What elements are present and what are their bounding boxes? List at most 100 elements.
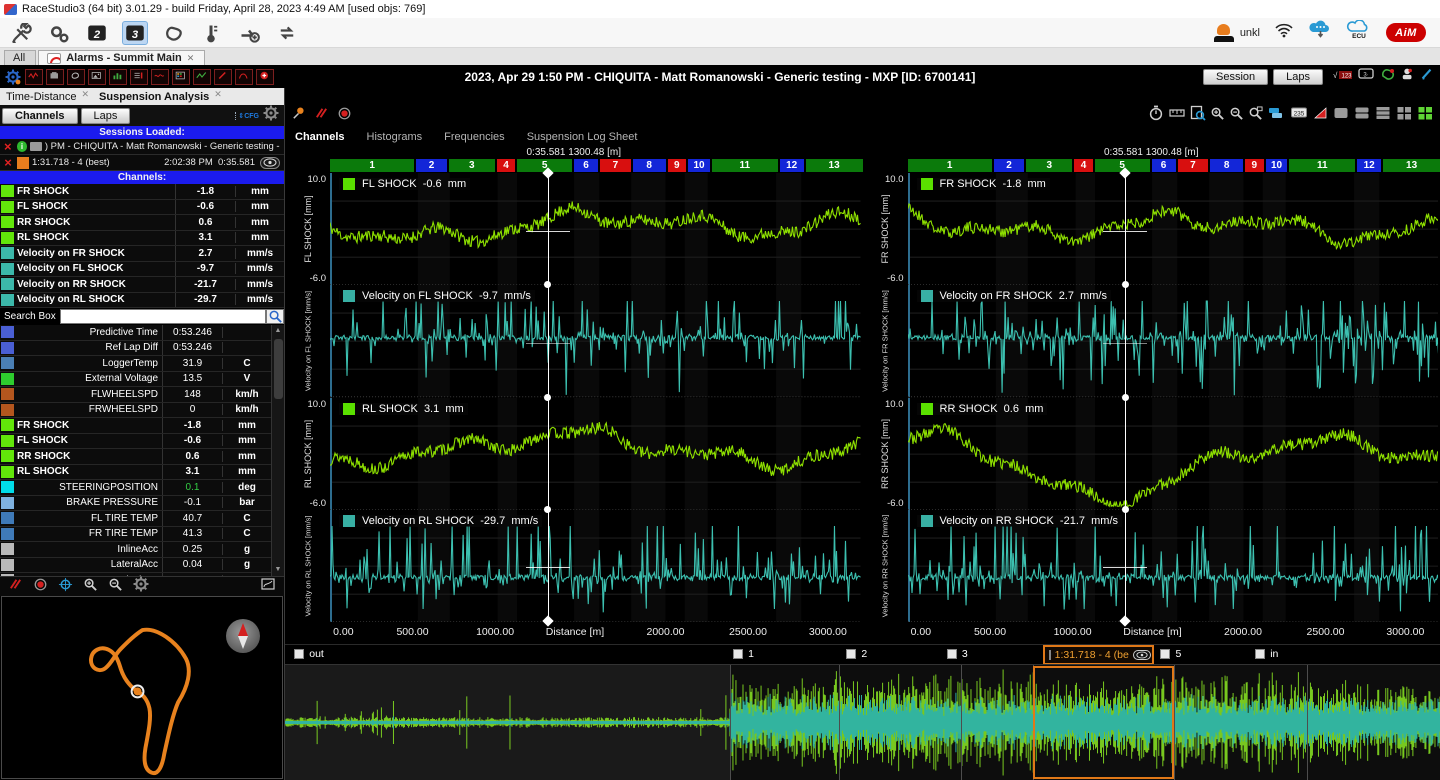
storage-icon[interactable] xyxy=(46,69,64,85)
rs3-icon[interactable]: 3 xyxy=(122,21,148,45)
channel-row[interactable]: FR TIRE TEMP 41.3 C xyxy=(0,527,271,543)
triangle-icon[interactable] xyxy=(1313,105,1329,126)
lap-segment[interactable]: 3 xyxy=(449,159,495,172)
overview-waveform[interactable] xyxy=(285,664,1440,780)
channel-row[interactable]: External Voltage 13.5 V xyxy=(0,372,271,388)
channel-row[interactable]: LoggerTemp 31.9 C xyxy=(0,356,271,372)
gears-icon[interactable] xyxy=(46,21,72,45)
cursor-line[interactable] xyxy=(1125,173,1126,622)
channel-row[interactable]: Velocity on RR SHOCK -21.7 mm/s xyxy=(0,277,284,293)
scrollbar-thumb[interactable] xyxy=(274,339,283,399)
channel-row[interactable]: FRWHEELSPD 0 km/h xyxy=(0,403,271,419)
selected-lap-highlight[interactable] xyxy=(1033,666,1174,779)
lap-segment[interactable]: 1 xyxy=(330,159,414,172)
snapshot-icon[interactable] xyxy=(88,69,106,85)
list-icon[interactable] xyxy=(130,69,148,85)
tab-all[interactable]: All xyxy=(4,50,36,65)
cloud-download-icon[interactable] xyxy=(1308,20,1332,45)
add-icon[interactable] xyxy=(256,69,274,85)
lap-segment[interactable]: 7 xyxy=(1178,159,1209,172)
lap-checkbox-out[interactable]: out xyxy=(294,648,324,660)
close-icon[interactable]: ✕ xyxy=(82,89,90,100)
channel-row[interactable]: FR SHOCK -1.8 mm xyxy=(0,184,284,200)
checkbox-checked[interactable] xyxy=(1049,650,1051,660)
plot-area[interactable]: FR SHOCK -1.8 mm Velocity on FR SHOCK 2.… xyxy=(908,173,1439,622)
info-icon[interactable]: i xyxy=(17,141,28,152)
slashes-icon[interactable] xyxy=(314,106,329,126)
lap-segment[interactable]: 9 xyxy=(668,159,687,172)
layout-3-icon[interactable] xyxy=(1375,105,1392,126)
tab-suspension-analysis[interactable]: Suspension Analysis xyxy=(99,91,209,103)
track-map-panel[interactable] xyxy=(1,596,283,779)
cursor-line[interactable] xyxy=(548,173,549,622)
lap-segment[interactable]: 13 xyxy=(806,159,863,172)
tab-time-distance[interactable]: Time-Distance xyxy=(6,91,77,103)
checkbox[interactable] xyxy=(947,649,957,659)
chart-tab-channels[interactable]: Channels xyxy=(295,131,345,143)
zoom-out-icon[interactable] xyxy=(108,577,123,597)
page-zoom-icon[interactable] xyxy=(1190,105,1206,126)
lap-segment[interactable]: 13 xyxy=(1383,159,1440,172)
lap-segment[interactable]: 12 xyxy=(1357,159,1381,172)
counter-235-icon[interactable]: 235 xyxy=(1289,105,1309,126)
search-input[interactable] xyxy=(60,309,266,324)
channel-row[interactable]: RR SHOCK 0.6 mm xyxy=(0,449,271,465)
checkbox[interactable] xyxy=(733,649,743,659)
lap-segment[interactable]: 11 xyxy=(712,159,778,172)
channel-row[interactable]: STEERINGPOSITION 0.1 deg xyxy=(0,480,271,496)
session-row[interactable]: × i ) PM - CHIQUITA - Matt Romanowski - … xyxy=(0,139,284,155)
channel-row[interactable]: FL TIRE TEMP 40.7 C xyxy=(0,511,271,527)
remove-lap-icon[interactable]: × xyxy=(2,157,14,169)
center-target-icon[interactable] xyxy=(58,577,73,597)
chart-tab-histograms[interactable]: Histograms xyxy=(367,131,423,143)
lap-segment[interactable]: 2 xyxy=(416,159,447,172)
zoom-out-icon[interactable] xyxy=(1229,106,1244,126)
laps-button-sidebar[interactable]: Laps xyxy=(81,108,131,124)
search-icon[interactable] xyxy=(266,309,284,324)
channel-row[interactable]: FL SHOCK -0.6 mm xyxy=(0,434,271,450)
checkbox[interactable] xyxy=(1160,649,1170,659)
plot-area[interactable]: FL SHOCK -0.6 mm Velocity on FL SHOCK -9… xyxy=(330,173,861,622)
gear-icon[interactable] xyxy=(263,105,279,126)
channel-row[interactable]: FLWHEELSPD 148 km/h xyxy=(0,387,271,403)
close-tab-icon[interactable]: ✕ xyxy=(187,53,195,64)
record-icon[interactable] xyxy=(337,106,352,126)
measures-icon[interactable] xyxy=(151,69,169,85)
math-icon[interactable]: √123 xyxy=(1328,66,1352,87)
lap-row[interactable]: × 1:31.718 - 4 (best) 2:02:38 PM 0:35.58… xyxy=(0,155,284,171)
tab-alarms-summit-main[interactable]: Alarms - Summit Main✕ xyxy=(38,50,205,65)
cloud-ecu-icon[interactable]: ECU xyxy=(1346,20,1372,45)
panes-icon[interactable] xyxy=(1267,105,1285,126)
stopwatch-icon[interactable] xyxy=(1148,105,1164,126)
car-add-icon[interactable] xyxy=(236,21,262,45)
edit-icon[interactable] xyxy=(1420,66,1434,87)
eye-icon[interactable] xyxy=(260,157,280,169)
lap-checkbox-3[interactable]: 3 xyxy=(947,648,968,660)
lap-segment[interactable]: 12 xyxy=(780,159,804,172)
channel-row[interactable]: BRAKE PRESSURE -0.1 bar xyxy=(0,496,271,512)
checkbox[interactable] xyxy=(846,649,856,659)
subplot-fr-shock[interactable]: FR SHOCK -1.8 mm xyxy=(908,173,1439,285)
subplot-velocity-on-rl-shock[interactable]: Velocity on RL SHOCK -29.7 mm/s xyxy=(330,510,861,622)
channel-row[interactable]: RL SHOCK 3.1 mm xyxy=(0,231,284,247)
cfg-icon[interactable]: ⇕CFG xyxy=(235,112,259,120)
chart-tab-frequencies[interactable]: Frequencies xyxy=(444,131,505,143)
layout-grid-active-icon[interactable] xyxy=(1417,105,1434,126)
lap-segment[interactable]: 10 xyxy=(1266,159,1288,172)
slashes-icon[interactable] xyxy=(8,577,23,597)
zoom-in-icon[interactable] xyxy=(1210,106,1225,126)
track-icon[interactable] xyxy=(160,21,186,45)
lap-segment[interactable]: 9 xyxy=(1245,159,1264,172)
subplot-velocity-on-fl-shock[interactable]: Velocity on FL SHOCK -9.7 mm/s xyxy=(330,285,861,397)
lap-segment[interactable]: 4 xyxy=(497,159,516,172)
transfer-icon[interactable] xyxy=(274,21,300,45)
checkbox[interactable] xyxy=(1255,649,1265,659)
driver-icon[interactable] xyxy=(1401,66,1415,87)
trackmini-icon[interactable] xyxy=(67,69,85,85)
gear-blue-icon[interactable] xyxy=(4,69,22,85)
lap-segment[interactable]: 4 xyxy=(1074,159,1093,172)
channel-row[interactable]: LateralAcc 0.04 g xyxy=(0,558,271,574)
wrench-icon[interactable] xyxy=(8,21,34,45)
channel-row[interactable]: FL SHOCK -0.6 mm xyxy=(0,200,284,216)
lap-checkbox-in[interactable]: in xyxy=(1255,648,1278,660)
